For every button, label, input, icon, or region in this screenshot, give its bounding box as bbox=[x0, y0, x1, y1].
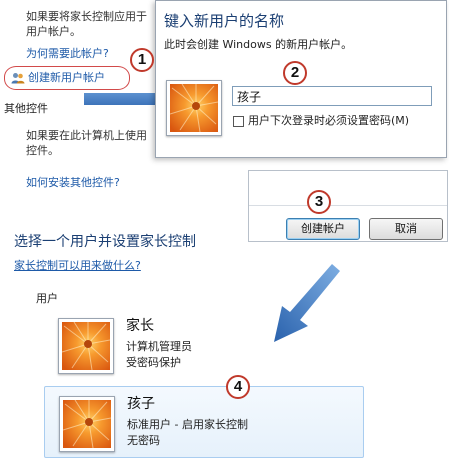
user-password-status: 受密码保护 bbox=[126, 356, 181, 369]
install-controls-link[interactable]: 如何安装其他控件? bbox=[26, 175, 120, 190]
create-new-account-label: 创建新用户帐户 bbox=[28, 71, 105, 84]
other-description-line1: 如果要在此计算机上使用 bbox=[26, 129, 147, 142]
dialog-subtitle: 此时会创建 Windows 的新用户帐户。 bbox=[164, 38, 353, 51]
user-avatar bbox=[58, 318, 114, 374]
select-user-title: 选择一个用户并设置家长控制 bbox=[14, 234, 196, 250]
user-row-parent[interactable]: 家长 计算机管理员 受密码保护 bbox=[44, 309, 364, 381]
step-3-marker: 3 bbox=[307, 190, 331, 214]
require-password-option[interactable]: 用户下次登录时必须设置密码(M) bbox=[233, 114, 409, 128]
users-icon bbox=[11, 73, 25, 84]
require-password-label: 用户下次登录时必须设置密码(M) bbox=[248, 114, 410, 127]
create-account-button[interactable]: 创建帐户 bbox=[286, 218, 360, 240]
why-account-link[interactable]: 为何需要此帐户? bbox=[26, 46, 109, 61]
user-name: 家长 bbox=[126, 318, 154, 334]
user-name-input[interactable] bbox=[232, 86, 432, 106]
user-avatar bbox=[59, 396, 115, 452]
user-account-type: 计算机管理员 bbox=[126, 340, 192, 353]
other-description-line2: 控件。 bbox=[26, 144, 59, 157]
users-label: 用户 bbox=[36, 292, 58, 305]
create-account-button-bar: 创建帐户 取消 bbox=[248, 170, 448, 242]
parental-controls-help-link[interactable]: 家长控制可以用来做什么? bbox=[14, 259, 141, 273]
step-1-marker: 1 bbox=[130, 48, 154, 72]
require-password-checkbox[interactable] bbox=[233, 115, 244, 127]
dialog-title: 键入新用户的名称 bbox=[164, 12, 285, 30]
flower-picture-icon bbox=[62, 322, 110, 370]
other-controls-heading: 其他控件 bbox=[4, 102, 48, 115]
user-password-status: 无密码 bbox=[127, 434, 160, 447]
screenshot-stage: 如果要将家长控制应用于 用户帐户。 为何需要此帐户? 创建新用户帐户 其他控件 … bbox=[0, 0, 449, 461]
flower-picture-icon bbox=[63, 400, 111, 448]
divider bbox=[249, 205, 447, 206]
new-user-avatar bbox=[166, 80, 222, 136]
cancel-button[interactable]: 取消 bbox=[369, 218, 443, 240]
flower-picture-icon bbox=[170, 84, 218, 132]
user-name: 孩子 bbox=[127, 396, 155, 412]
step-2-marker: 2 bbox=[283, 61, 307, 85]
user-row-child[interactable]: 孩子 标准用户 - 启用家长控制 无密码 bbox=[44, 386, 364, 458]
bg-description-line2: 用户帐户。 bbox=[26, 25, 81, 38]
create-new-account-link[interactable]: 创建新用户帐户 bbox=[11, 71, 105, 85]
user-account-type: 标准用户 - 启用家长控制 bbox=[127, 418, 248, 431]
bg-description-line1: 如果要将家长控制应用于 bbox=[26, 10, 147, 23]
step-4-marker: 4 bbox=[226, 375, 250, 399]
